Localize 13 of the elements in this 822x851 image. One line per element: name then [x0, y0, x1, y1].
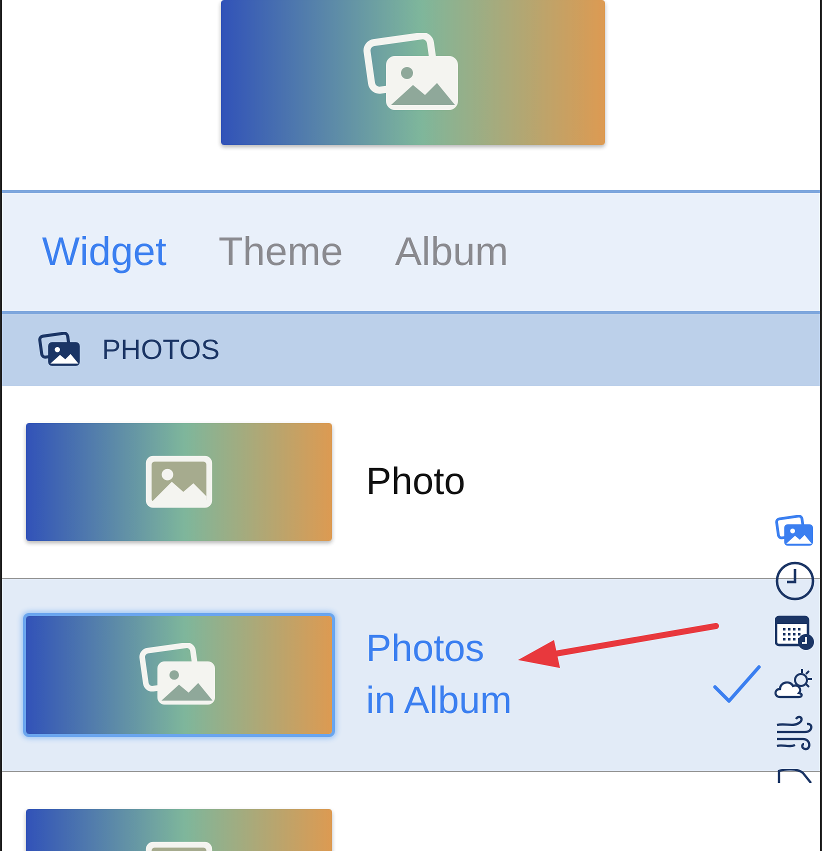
section-title: PHOTOS [102, 334, 220, 366]
tab[interactable]: Widget [42, 230, 166, 274]
calendar-icon[interactable] [775, 615, 815, 651]
clock-icon[interactable] [775, 561, 815, 601]
photos-icon [38, 332, 82, 368]
bubble-icon[interactable] [775, 769, 815, 783]
checkmark-icon [713, 665, 761, 703]
list-row[interactable]: Photos in Album [2, 579, 820, 772]
row-title: Photos in Album [366, 627, 512, 724]
tab[interactable]: Album [395, 230, 508, 274]
row-title: Photo [366, 460, 466, 505]
photos-icon [775, 515, 815, 547]
tab[interactable]: Theme [218, 230, 343, 274]
